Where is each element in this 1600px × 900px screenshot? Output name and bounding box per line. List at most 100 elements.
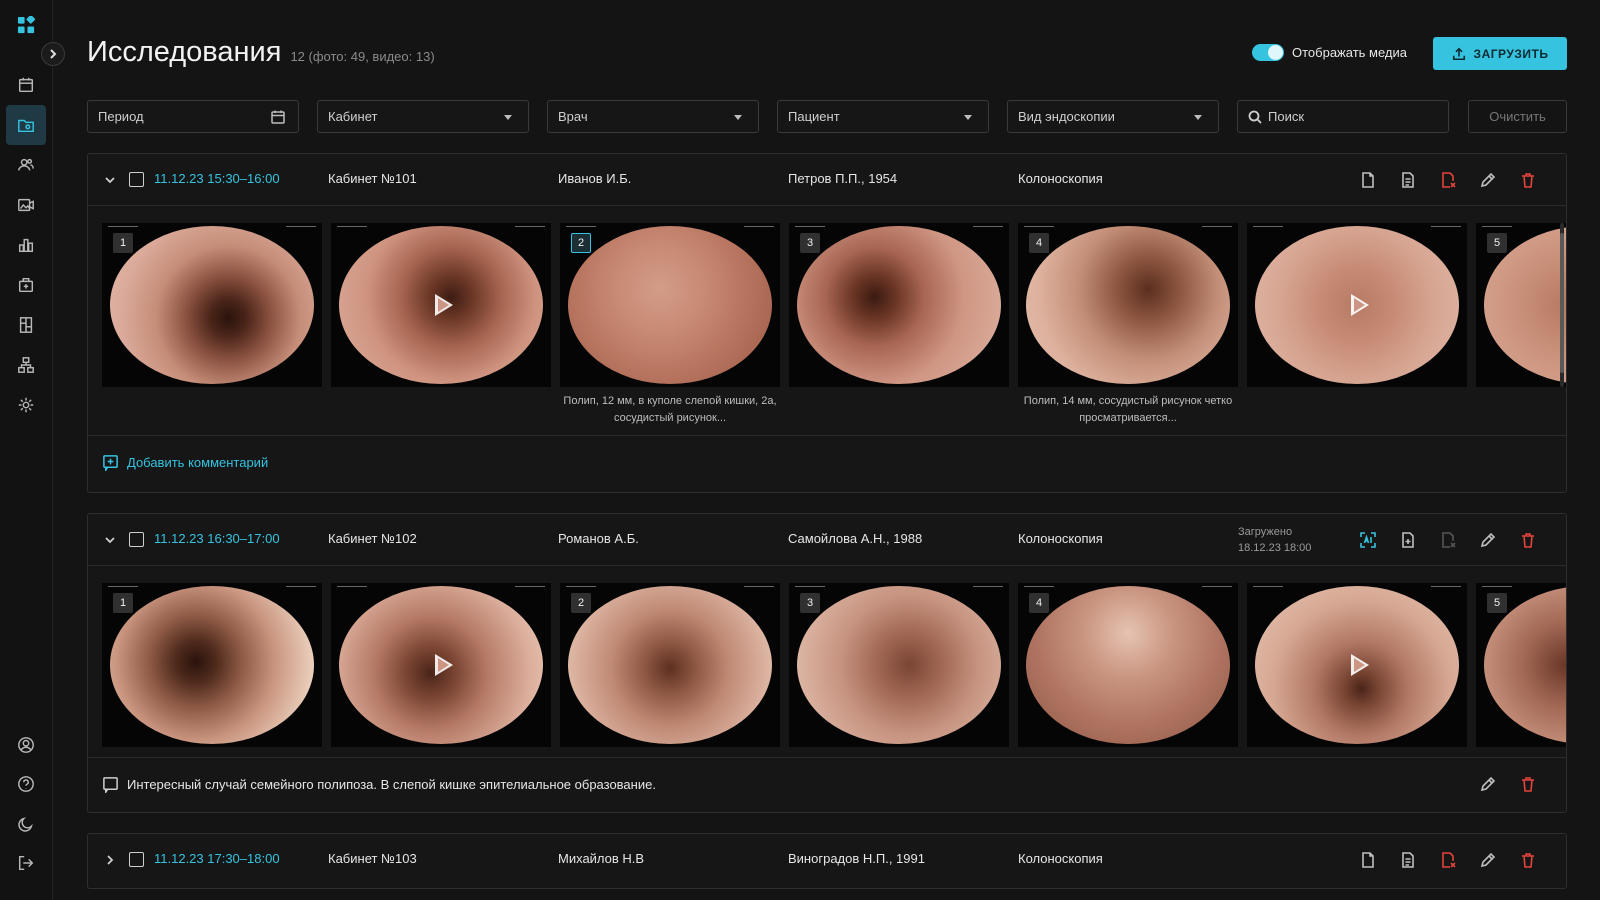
pencil-icon	[1480, 776, 1496, 792]
sidebar-item-help[interactable]	[6, 764, 46, 804]
delete-button[interactable]	[1518, 530, 1538, 550]
sidebar-item-reports[interactable]	[6, 225, 46, 265]
edit-button[interactable]	[1478, 850, 1498, 870]
media-thumbnail[interactable]: 3	[789, 583, 1009, 747]
sidebar-item-logout[interactable]	[6, 843, 46, 883]
edit-comment-button[interactable]	[1478, 774, 1498, 794]
sidebar-item-theme[interactable]	[6, 804, 46, 844]
media-icon	[18, 198, 34, 212]
clear-filters-button[interactable]: Очистить	[1468, 100, 1567, 133]
delete-button[interactable]	[1518, 850, 1538, 870]
study-date-link[interactable]: 11.12.23 16:30–17:00	[154, 531, 280, 546]
study-doctor: Романов А.Б.	[558, 531, 639, 546]
chevron-down-icon[interactable]	[104, 534, 116, 546]
document-remove-icon	[1442, 852, 1456, 868]
edit-button[interactable]	[1478, 170, 1498, 190]
delete-report-button[interactable]	[1438, 850, 1458, 870]
document-icon	[1362, 852, 1374, 868]
chevron-down-icon[interactable]	[104, 174, 116, 186]
studies-count: 12 (фото: 49, видео: 13)	[290, 49, 435, 64]
study-checkbox[interactable]	[129, 532, 144, 547]
endoscopy-type-filter[interactable]: Вид эндоскопии	[1007, 100, 1219, 133]
study-date-link[interactable]: 11.12.23 15:30–16:00	[154, 171, 280, 186]
study-patient: Самойлова А.Н., 1988	[788, 531, 923, 546]
study-card-2: 11.12.23 16:30–17:00 Кабинет №102 Романо…	[87, 513, 1567, 813]
media-thumbnail[interactable]: 5	[1476, 583, 1566, 747]
main-content: Исследования 12 (фото: 49, видео: 13) От…	[87, 0, 1567, 900]
study-date-link[interactable]: 11.12.23 17:30–18:00	[154, 851, 280, 866]
report-icon	[1402, 172, 1414, 188]
study-type: Колоноскопия	[1018, 531, 1103, 546]
media-thumbnail[interactable]: 1	[102, 223, 322, 387]
sidebar-item-calendar[interactable]	[6, 65, 46, 105]
doctor-filter[interactable]: Врач	[547, 100, 759, 133]
media-caption: Полип, 14 мм, сосудистый рисунок четко п…	[1023, 395, 1233, 424]
media-thumbnail[interactable]: 5	[1476, 223, 1566, 387]
room-filter[interactable]: Кабинет	[317, 100, 529, 133]
study-doctor: Иванов И.Б.	[558, 171, 632, 186]
document-button[interactable]	[1358, 850, 1378, 870]
page-title: Исследования	[87, 36, 282, 68]
period-filter-label: Период	[98, 109, 144, 124]
media-thumbnail[interactable]: 2	[560, 223, 780, 387]
sidebar-item-settings[interactable]	[6, 385, 46, 425]
study-card-1: 11.12.23 15:30–16:00 Кабинет №101 Иванов…	[87, 153, 1567, 493]
study-checkbox[interactable]	[129, 172, 144, 187]
video-thumbnail[interactable]	[1247, 583, 1467, 747]
sidebar-item-structure[interactable]	[6, 345, 46, 385]
document-remove-icon	[1442, 532, 1456, 548]
delete-button[interactable]	[1518, 170, 1538, 190]
document-button[interactable]	[1358, 170, 1378, 190]
add-comment-button[interactable]: Добавить комментарий	[102, 454, 268, 471]
delete-report-button[interactable]	[1438, 170, 1458, 190]
video-thumbnail[interactable]	[331, 583, 551, 747]
media-thumbnail[interactable]: 2	[560, 583, 780, 747]
study-row[interactable]: 11.12.23 16:30–17:00 Кабинет №102 Романо…	[88, 514, 1566, 566]
trash-icon	[1522, 853, 1534, 868]
show-media-toggle[interactable]	[1252, 44, 1284, 61]
sidebar-item-studies[interactable]	[6, 105, 46, 145]
media-thumbnail[interactable]: 1	[102, 583, 322, 747]
add-report-button[interactable]	[1398, 530, 1418, 550]
report-button[interactable]	[1398, 850, 1418, 870]
app-logo-icon[interactable]	[17, 16, 36, 35]
study-row[interactable]: 11.12.23 15:30–16:00 Кабинет №101 Иванов…	[88, 154, 1566, 206]
media-thumbnail[interactable]: 4	[1018, 223, 1238, 387]
video-thumbnail[interactable]	[1247, 223, 1467, 387]
media-scrollbar[interactable]	[1560, 223, 1564, 387]
document-remove-icon	[1442, 172, 1456, 188]
chevron-right-icon[interactable]	[104, 854, 116, 866]
sidebar-item-rooms[interactable]	[6, 305, 46, 345]
sidebar-item-equipment[interactable]	[6, 265, 46, 305]
document-icon	[1362, 172, 1374, 188]
study-room: Кабинет №101	[328, 171, 417, 186]
show-media-label: Отображать медиа	[1292, 45, 1407, 60]
play-icon	[435, 294, 453, 316]
study-actions	[1338, 530, 1538, 550]
video-thumbnail[interactable]	[331, 223, 551, 387]
search-placeholder: Поиск	[1268, 109, 1305, 124]
show-media-toggle-group[interactable]: Отображать медиа	[1252, 44, 1407, 61]
caret-down-icon	[734, 115, 742, 120]
sidebar-item-profile[interactable]	[6, 725, 46, 765]
report-button[interactable]	[1398, 170, 1418, 190]
media-thumbnail[interactable]: 3	[789, 223, 1009, 387]
study-row[interactable]: 11.12.23 17:30–18:00 Кабинет №103 Михайл…	[88, 834, 1566, 886]
sidebar-item-media[interactable]	[6, 185, 46, 225]
comment-row: Добавить комментарий	[88, 435, 1566, 487]
ai-analysis-button[interactable]	[1358, 530, 1378, 550]
upload-button[interactable]: ЗАГРУЗИТЬ	[1433, 37, 1567, 70]
study-checkbox[interactable]	[129, 852, 144, 867]
logout-icon	[18, 855, 34, 871]
sidebar-item-patients[interactable]	[6, 145, 46, 185]
sidebar-collapse-button[interactable]	[41, 42, 65, 66]
edit-button[interactable]	[1478, 530, 1498, 550]
play-icon	[435, 654, 453, 676]
period-filter[interactable]: Период	[87, 100, 299, 133]
delete-report-button-disabled[interactable]	[1438, 530, 1458, 550]
media-thumbnail[interactable]: 4	[1018, 583, 1238, 747]
search-input[interactable]: Поиск	[1237, 100, 1449, 133]
delete-comment-button[interactable]	[1518, 774, 1538, 794]
study-patient: Петров П.П., 1954	[788, 171, 898, 186]
patient-filter[interactable]: Пациент	[777, 100, 989, 133]
